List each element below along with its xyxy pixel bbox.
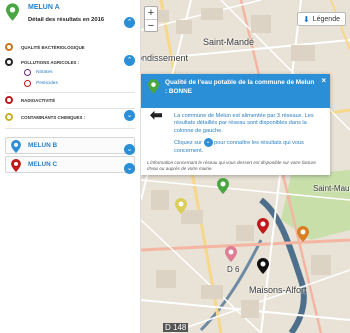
commune-b-title: MELUN B — [28, 142, 58, 149]
divider — [5, 92, 135, 93]
row-chemical[interactable]: CONTAMINANTS CHIMIQUES : — [5, 113, 135, 121]
chemical-status-icon — [5, 113, 13, 121]
divider — [5, 128, 135, 129]
row-chemical-label: CONTAMINANTS CHIMIQUES : — [21, 114, 86, 120]
expand-agricultural-button[interactable]: ⌃ — [124, 55, 135, 66]
map-marker-black-icon[interactable] — [257, 258, 269, 274]
popup-footnote: L'information concernant le réseau qui v… — [147, 160, 316, 172]
water-quality-popup: Qualité de l'eau potable de la commune d… — [141, 74, 330, 175]
pesticides-status-icon — [24, 80, 31, 87]
map-label-d148: D 148 — [163, 323, 189, 332]
collapse-commune-a-button[interactable]: ⌃ — [124, 17, 135, 28]
row-radioactivity-label: RADIOACTIVITÉ — [21, 97, 56, 103]
sub-row-pesticides-label: Pesticides — [36, 81, 58, 86]
map-marker-yellow-icon[interactable] — [175, 198, 187, 214]
popup-body-instructions: Cliquez sur ⌄ pour connaître les résulta… — [141, 135, 330, 155]
expand-commune-c-button[interactable]: ⌄ — [124, 163, 135, 174]
map-label-saint-maurice: Saint-Maur — [313, 184, 350, 193]
row-bacteriological: QUALITÉ BACTÉRIOLOGIQUE — [5, 43, 135, 51]
row-agricultural[interactable]: POLLUTIONS AGRICOLES : — [5, 58, 135, 66]
map-marker-green-icon[interactable] — [217, 178, 229, 194]
row-radioactivity: RADIOACTIVITÉ — [5, 96, 135, 104]
map-marker-red-icon[interactable] — [257, 218, 269, 234]
commune-b-section[interactable]: MELUN B — [5, 137, 135, 154]
map-marker-orange-icon[interactable] — [297, 226, 309, 242]
zoom-in-button[interactable]: + — [145, 7, 157, 19]
commune-a-title: MELUN A — [28, 4, 60, 11]
agricultural-status-icon — [5, 58, 13, 66]
legend-label: Légende — [312, 15, 340, 23]
popup-title: Qualité de l'eau potable de la commune d… — [165, 79, 315, 95]
sub-row-nitrates-label: Nitrates — [36, 70, 53, 75]
row-agricultural-label: POLLUTIONS AGRICOLES : — [21, 59, 80, 65]
legend-icon: ⬇ — [303, 14, 310, 24]
map-label-maisons-alfort: Maisons-Alfort — [249, 285, 307, 295]
commune-a-subtitle: Détail des résultats en 2016 — [28, 17, 105, 23]
popup-instructions-pre: Cliquez sur — [174, 140, 202, 147]
zoom-control: + − — [144, 6, 158, 32]
popup-body-networks: La commune de Melun est alimentée par 3 … — [174, 113, 314, 134]
divider — [5, 108, 135, 109]
commune-c-title: MELUN C — [28, 161, 58, 168]
map-label-d6: D 6 — [227, 265, 240, 274]
chevron-down-icon: ⌄ — [203, 138, 213, 148]
arrow-left-icon: ⬅ — [150, 107, 163, 124]
radioactivity-status-icon — [5, 96, 13, 104]
sidebar: MELUN A Détail des résultats en 2016 ⌃ Q… — [0, 0, 141, 333]
map-label-arrondissement: ondissement — [141, 53, 189, 63]
map-label-saint-mande: Saint-Mandé — [203, 37, 255, 47]
legend-button[interactable]: ⬇ Légende — [297, 12, 346, 26]
commune-c-section[interactable]: MELUN C — [5, 156, 135, 173]
popup-pin-icon — [148, 79, 159, 94]
commune-b-pin-icon — [11, 140, 21, 153]
row-bacteriological-label: QUALITÉ BACTÉRIOLOGIQUE — [21, 44, 85, 50]
commune-a-header[interactable]: MELUN A Détail des résultats en 2016 ⌃ — [0, 0, 140, 28]
sub-row-nitrates: Nitrates — [24, 69, 53, 76]
bacteriological-status-icon — [5, 43, 13, 51]
popup-header: Qualité de l'eau potable de la commune d… — [141, 74, 330, 108]
sub-row-pesticides: Pesticides — [24, 80, 58, 87]
commune-a-pin-icon — [6, 3, 19, 21]
expand-commune-b-button[interactable]: ⌄ — [124, 144, 135, 155]
popup-close-button[interactable]: × — [321, 76, 326, 85]
expand-chemical-button[interactable]: ⌄ — [124, 110, 135, 121]
map-marker-pink-icon[interactable] — [225, 246, 237, 262]
zoom-out-button[interactable]: − — [145, 19, 157, 32]
nitrates-status-icon — [24, 69, 31, 76]
commune-c-pin-icon — [11, 159, 21, 172]
